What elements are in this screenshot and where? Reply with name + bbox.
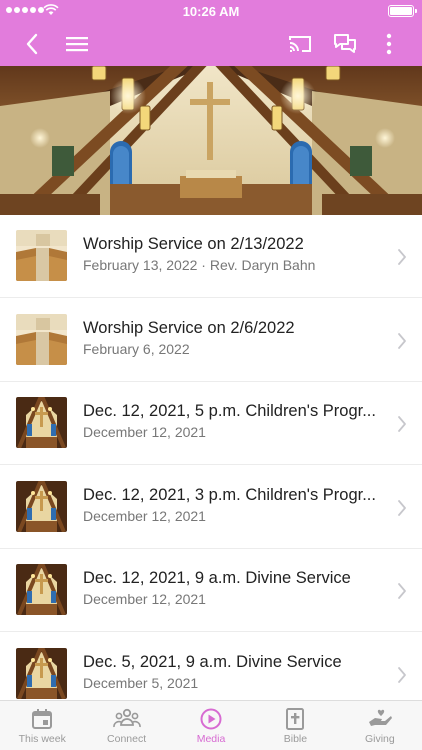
media-list: Worship Service on 2/13/2022 February 13,… — [0, 215, 422, 700]
battery-icon — [388, 5, 417, 17]
chat-button[interactable] — [325, 22, 365, 66]
media-thumbnail — [16, 647, 67, 699]
tab-this-week[interactable]: This week — [0, 701, 84, 750]
chevron-right-icon — [398, 416, 406, 432]
media-list-item[interactable]: Worship Service on 2/6/2022 February 6, 2… — [0, 299, 422, 382]
chevron-right-icon — [398, 666, 406, 683]
tab-bible[interactable]: Bible — [253, 701, 337, 750]
cast-button[interactable] — [280, 22, 320, 66]
media-list-item[interactable]: Dec. 5, 2021, 9 a.m. Divine Service Decem… — [0, 633, 422, 701]
chevron-right-icon — [398, 499, 406, 516]
chevron-right-icon — [398, 249, 406, 265]
media-subtitle: December 5, 2021 — [83, 674, 199, 691]
media-title: Dec. 12, 2021, 9 a.m. Divine Service — [83, 569, 351, 587]
cast-icon — [289, 36, 311, 52]
top-bar: 10:26 AM — [0, 0, 422, 66]
church-hero-image — [0, 66, 422, 215]
media-list-item[interactable]: Worship Service on 2/13/2022 February 13,… — [0, 215, 422, 298]
tab-connect[interactable]: Connect — [84, 701, 168, 750]
media-list-item[interactable]: Dec. 12, 2021, 9 a.m. Divine Service Dece… — [0, 549, 422, 632]
media-subtitle: December 12, 2021 — [83, 507, 206, 524]
more-button[interactable] — [369, 22, 409, 66]
giving-hand-icon — [367, 708, 393, 730]
media-thumbnail — [16, 564, 67, 615]
more-icon — [386, 33, 392, 55]
tab-label: Giving — [364, 733, 395, 745]
tab-label: Connect — [107, 733, 147, 745]
tab-media[interactable]: Media — [169, 701, 253, 750]
media-thumbnail — [16, 480, 67, 532]
media-thumbnail — [16, 397, 67, 448]
media-subtitle: December 12, 2021 — [83, 591, 206, 607]
status-bar: 10:26 AM — [0, 0, 422, 22]
media-title: Dec. 12, 2021, 3 p.m. Children's Progr..… — [83, 485, 376, 504]
bible-icon — [285, 708, 305, 730]
chevron-right-icon — [398, 583, 406, 599]
tab-label: Bible — [283, 733, 308, 745]
media-list-item[interactable]: Dec. 12, 2021, 5 p.m. Children's Progr..… — [0, 382, 422, 465]
menu-icon — [66, 37, 88, 52]
back-button[interactable] — [12, 22, 52, 66]
media-title: Worship Service on 2/13/2022 — [83, 235, 304, 253]
media-title: Worship Service on 2/6/2022 — [83, 318, 295, 337]
tab-label: Media — [196, 733, 226, 745]
nav-bar — [0, 22, 422, 66]
calendar-icon — [31, 708, 53, 730]
status-time: 10:26 AM — [182, 4, 240, 19]
media-subtitle: December 12, 2021 — [83, 424, 206, 440]
media-thumbnail — [16, 313, 67, 365]
tab-giving[interactable]: Giving — [338, 701, 422, 750]
people-icon — [112, 708, 141, 730]
chevron-right-icon — [398, 332, 406, 349]
media-title: Dec. 12, 2021, 5 p.m. Children's Progr..… — [83, 402, 376, 420]
media-subtitle: February 13, 2022 · Rev. Daryn Bahn — [83, 257, 316, 273]
media-thumbnail — [16, 230, 67, 281]
media-title: Dec. 5, 2021, 9 a.m. Divine Service — [83, 652, 342, 671]
media-subtitle: February 6, 2022 — [83, 340, 190, 357]
back-icon — [26, 33, 38, 55]
menu-button[interactable] — [57, 22, 97, 66]
media-list-item[interactable]: Dec. 12, 2021, 3 p.m. Children's Progr..… — [0, 466, 422, 549]
chat-icon — [334, 34, 356, 53]
tab-bar: This week Connect Media Bible Giving — [0, 700, 422, 750]
tab-label: This week — [18, 733, 66, 745]
play-icon — [200, 708, 222, 730]
